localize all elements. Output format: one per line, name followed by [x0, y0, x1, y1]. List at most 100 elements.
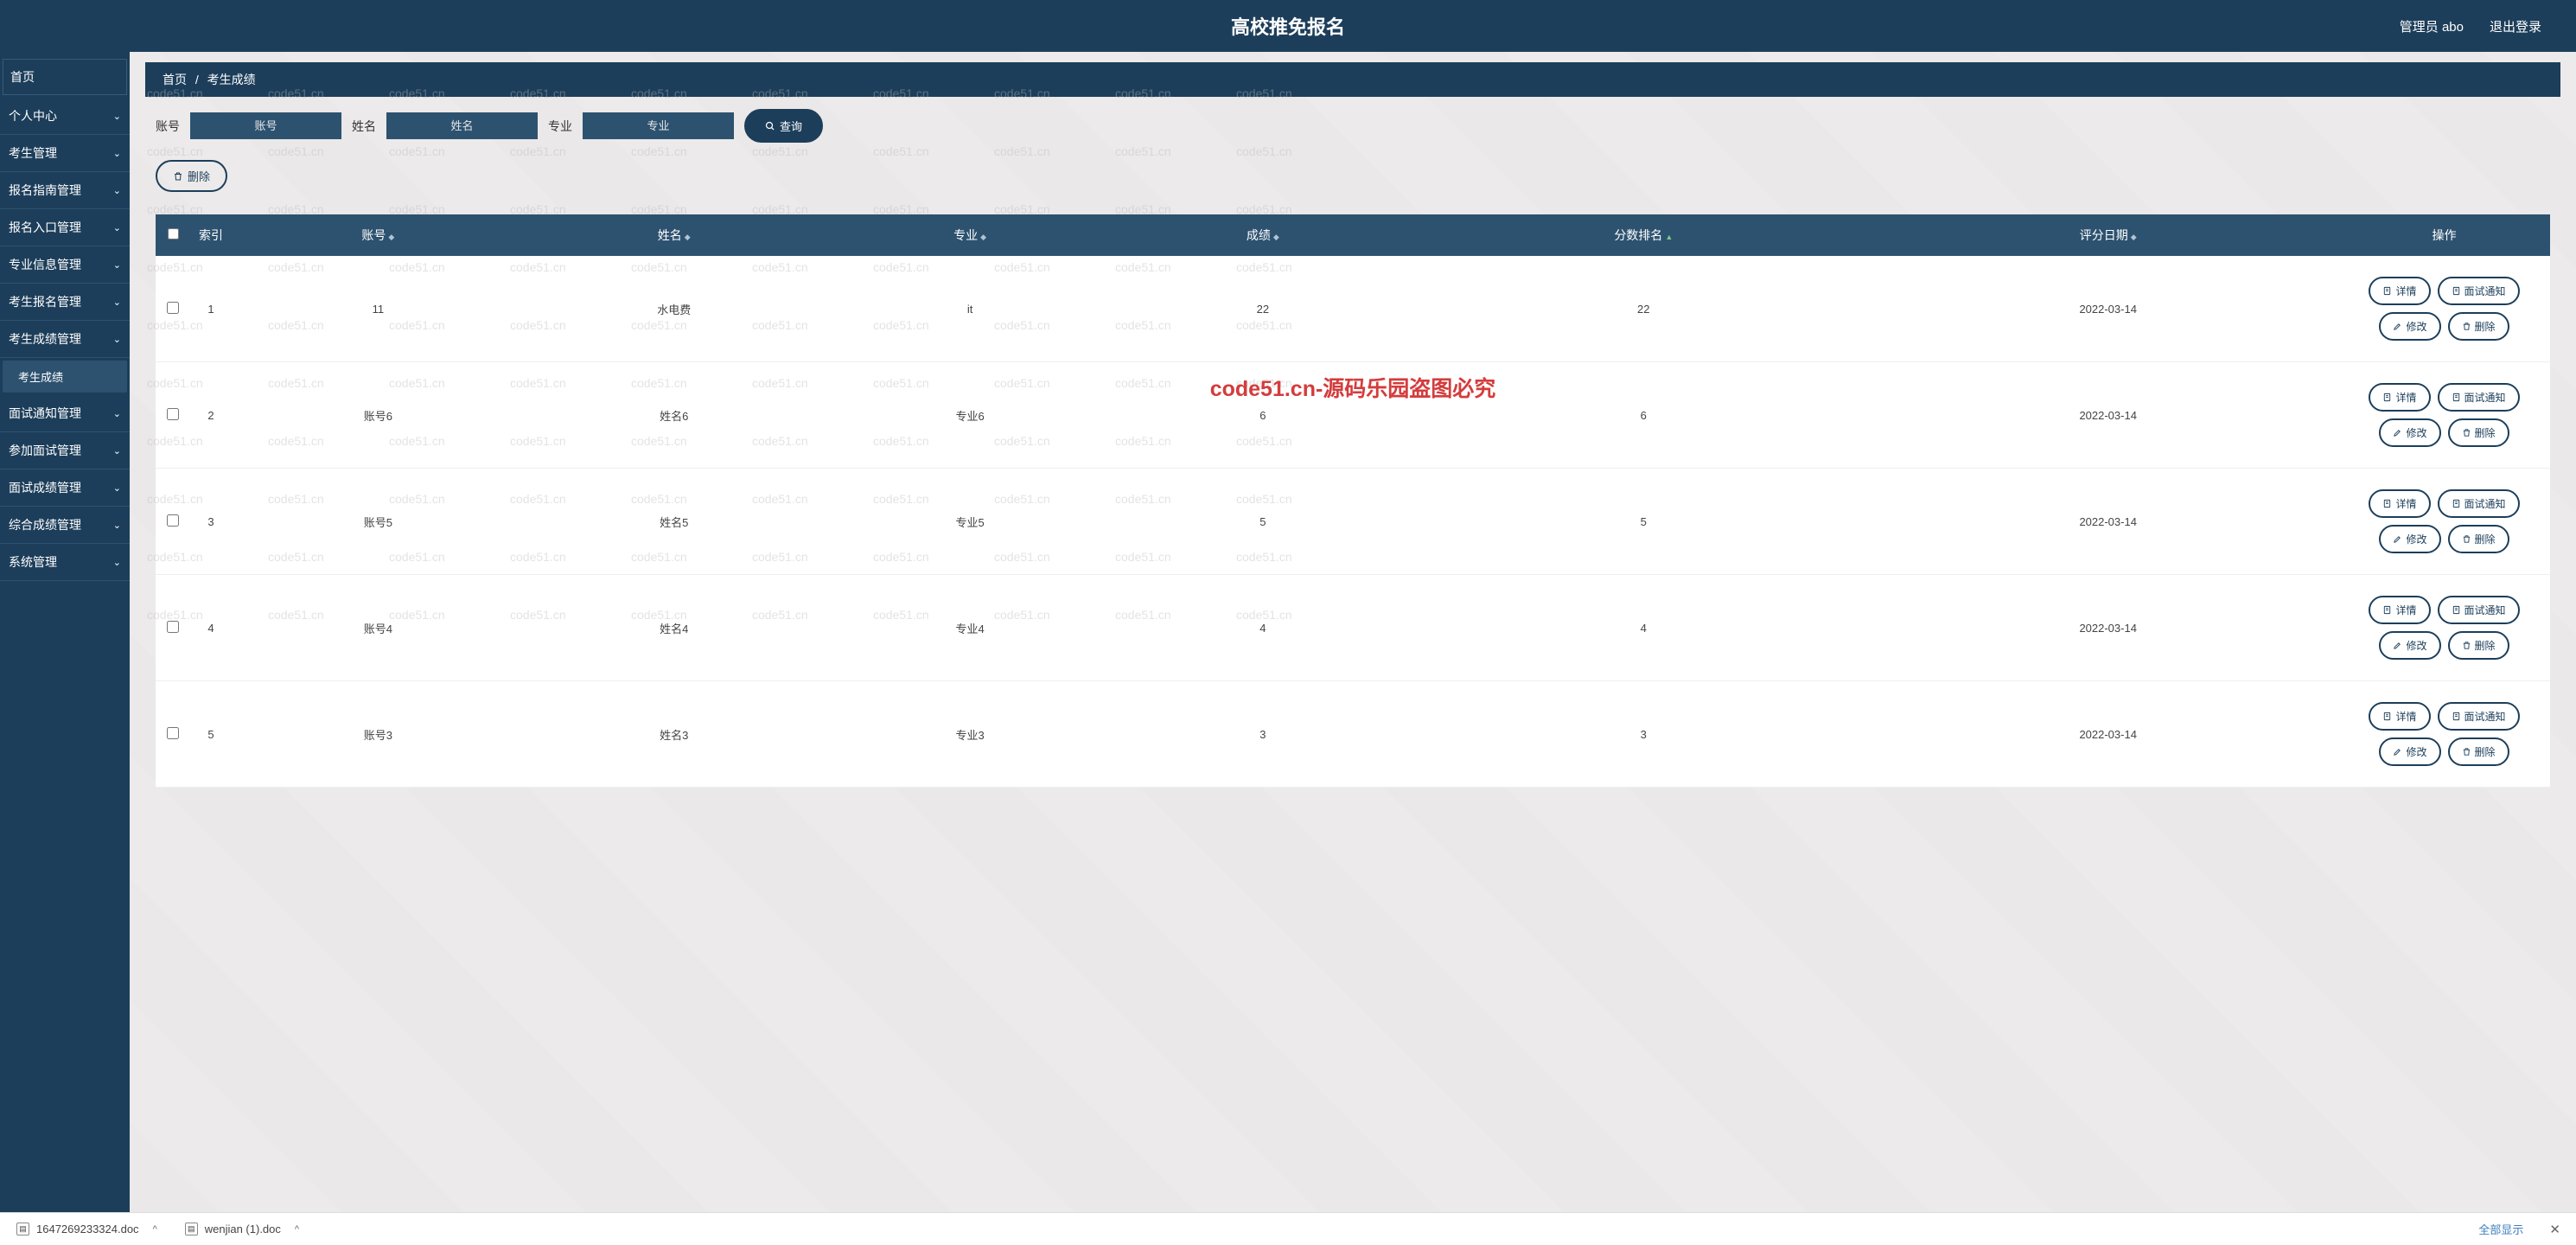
- select-all-checkbox[interactable]: [168, 228, 179, 239]
- table-row: 111水电费it22222022-03-14详情面试通知修改删除: [156, 256, 2550, 362]
- detail-button[interactable]: 详情: [2369, 596, 2430, 624]
- notify-button[interactable]: 面试通知: [2438, 702, 2520, 731]
- col-name[interactable]: 姓名◆: [525, 214, 824, 256]
- sidebar-item-8[interactable]: 参加面试管理 ⌄: [0, 432, 130, 469]
- sidebar-item-label: 面试通知管理: [9, 405, 81, 422]
- detail-button[interactable]: 详情: [2369, 702, 2430, 731]
- sidebar-subitem[interactable]: 考生成绩: [3, 361, 127, 393]
- main-content: 首页 / 考生成绩 账号 姓名 专业 查询 删除: [130, 52, 2576, 1245]
- search-row: 账号 姓名 专业 查询: [130, 97, 2576, 155]
- sidebar: 首页 个人中心⌄考生管理⌄报名指南管理⌄报名入口管理⌄专业信息管理⌄考生报名管理…: [0, 52, 130, 1245]
- row-checkbox[interactable]: [167, 302, 179, 314]
- search-name-input[interactable]: [386, 112, 538, 139]
- row-checkbox[interactable]: [167, 514, 179, 527]
- col-checkbox: [156, 214, 190, 256]
- table-header-row: 索引 账号◆ 姓名◆ 专业◆ 成绩◆ 分数排名▲ 评分日期◆ 操作: [156, 214, 2550, 256]
- sidebar-item-11[interactable]: 系统管理⌄: [0, 544, 130, 581]
- notify-button[interactable]: 面试通知: [2438, 383, 2520, 412]
- cell-rank: 22: [1409, 256, 1878, 362]
- cell-ops: 详情面试通知修改删除: [2338, 256, 2550, 362]
- cell-score: 5: [1116, 469, 1409, 575]
- edit-button[interactable]: 修改: [2379, 418, 2440, 447]
- breadcrumb-home[interactable]: 首页: [163, 73, 187, 86]
- chevron-down-icon: ⌄: [113, 408, 121, 419]
- delete-button[interactable]: 删除: [2448, 525, 2509, 553]
- breadcrumb: 首页 / 考生成绩: [145, 62, 2560, 97]
- download-item-2[interactable]: ▤ wenjian (1).doc ^: [175, 1218, 309, 1240]
- search-major-input[interactable]: [583, 112, 734, 139]
- row-checkbox[interactable]: [167, 727, 179, 739]
- detail-button[interactable]: 详情: [2369, 277, 2430, 305]
- detail-button[interactable]: 详情: [2369, 489, 2430, 518]
- sidebar-item-3[interactable]: 报名入口管理⌄: [0, 209, 130, 246]
- sidebar-item-label: 报名指南管理: [9, 182, 81, 199]
- row-checkbox[interactable]: [167, 408, 179, 420]
- chevron-down-icon: ⌄: [113, 111, 121, 122]
- show-all-button[interactable]: 全部显示: [2470, 1217, 2532, 1241]
- cell-ops: 详情面试通知修改删除: [2338, 681, 2550, 788]
- cell-rank: 5: [1409, 469, 1878, 575]
- edit-button[interactable]: 修改: [2379, 312, 2440, 341]
- sidebar-item-label: 综合成绩管理: [9, 516, 81, 533]
- edit-button[interactable]: 修改: [2379, 631, 2440, 660]
- download-filename: wenjian (1).doc: [205, 1223, 281, 1235]
- edit-button[interactable]: 修改: [2379, 525, 2440, 553]
- col-rank[interactable]: 分数排名▲: [1409, 214, 1878, 256]
- cell-ops: 详情面试通知修改删除: [2338, 469, 2550, 575]
- chevron-down-icon: ⌄: [113, 185, 121, 196]
- sidebar-item-7[interactable]: 面试通知管理 ⌄: [0, 395, 130, 432]
- delete-button[interactable]: 删除: [2448, 631, 2509, 660]
- col-major[interactable]: 专业◆: [824, 214, 1117, 256]
- sidebar-item-label: 报名入口管理: [9, 219, 81, 236]
- cell-name: 姓名4: [525, 575, 824, 681]
- sidebar-item-label: 参加面试管理: [9, 442, 81, 459]
- sidebar-item-4[interactable]: 专业信息管理⌄: [0, 246, 130, 284]
- table-row: 5账号3姓名3专业3332022-03-14详情面试通知修改删除: [156, 681, 2550, 788]
- cell-score: 6: [1116, 362, 1409, 469]
- notify-button[interactable]: 面试通知: [2438, 596, 2520, 624]
- admin-label[interactable]: 管理员 abo: [2400, 17, 2464, 35]
- sidebar-item-1[interactable]: 考生管理⌄: [0, 135, 130, 172]
- table-wrap: 索引 账号◆ 姓名◆ 专业◆ 成绩◆ 分数排名▲ 评分日期◆ 操作 111水电费…: [156, 214, 2550, 788]
- sidebar-item-0[interactable]: 个人中心⌄: [0, 98, 130, 135]
- user-area: 管理员 abo 退出登录: [2400, 17, 2541, 35]
- col-account[interactable]: 账号◆: [232, 214, 525, 256]
- search-button[interactable]: 查询: [744, 109, 823, 143]
- col-date[interactable]: 评分日期◆: [1878, 214, 2338, 256]
- delete-button[interactable]: 删除: [2448, 737, 2509, 766]
- cell-date: 2022-03-14: [1878, 575, 2338, 681]
- cell-name: 姓名3: [525, 681, 824, 788]
- cell-major: 专业6: [824, 362, 1117, 469]
- row-checkbox[interactable]: [167, 621, 179, 633]
- close-bar-button[interactable]: ✕: [2541, 1222, 2569, 1237]
- chevron-down-icon: ⌄: [113, 297, 121, 308]
- sidebar-home[interactable]: 首页: [3, 59, 127, 95]
- sidebar-item-9[interactable]: 面试成绩管理⌄: [0, 469, 130, 507]
- sidebar-item-10[interactable]: 综合成绩管理⌄: [0, 507, 130, 544]
- col-index[interactable]: 索引: [190, 214, 232, 256]
- logout-link[interactable]: 退出登录: [2490, 17, 2541, 35]
- search-name-label: 姓名: [352, 118, 376, 135]
- cell-date: 2022-03-14: [1878, 469, 2338, 575]
- notify-button[interactable]: 面试通知: [2438, 277, 2520, 305]
- delete-button[interactable]: 删除: [2448, 312, 2509, 341]
- sidebar-item-2[interactable]: 报名指南管理 ⌄: [0, 172, 130, 209]
- chevron-down-icon: ⌄: [113, 445, 121, 456]
- sidebar-item-5[interactable]: 考生报名管理⌄: [0, 284, 130, 321]
- delete-button[interactable]: 删除: [2448, 418, 2509, 447]
- notify-button[interactable]: 面试通知: [2438, 489, 2520, 518]
- edit-button[interactable]: 修改: [2379, 737, 2440, 766]
- detail-button[interactable]: 详情: [2369, 383, 2430, 412]
- cell-index: 2: [190, 362, 232, 469]
- bulk-delete-button[interactable]: 删除: [156, 160, 227, 192]
- cell-major: 专业5: [824, 469, 1117, 575]
- col-ops: 操作: [2338, 214, 2550, 256]
- cell-account: 账号6: [232, 362, 525, 469]
- sidebar-item-6[interactable]: 考生成绩管理⌄: [0, 321, 130, 358]
- sort-icon: ◆: [1273, 233, 1279, 242]
- search-account-input[interactable]: [190, 112, 341, 139]
- download-item-1[interactable]: ▤ 1647269233324.doc ^: [7, 1218, 167, 1240]
- col-score[interactable]: 成绩◆: [1116, 214, 1409, 256]
- sidebar-item-label: 系统管理: [9, 553, 57, 571]
- cell-index: 4: [190, 575, 232, 681]
